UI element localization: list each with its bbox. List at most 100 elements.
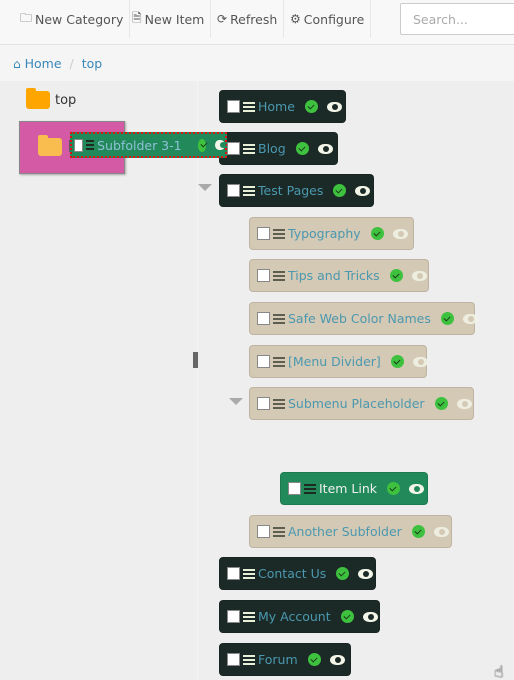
- menu-item[interactable]: Test Pages: [219, 174, 374, 207]
- drag-handle-icon[interactable]: [273, 228, 285, 239]
- drag-handle-icon[interactable]: [273, 526, 285, 537]
- visible-eye-icon[interactable]: [433, 526, 449, 537]
- visible-eye-icon[interactable]: [392, 228, 408, 239]
- item-label[interactable]: Contact Us: [258, 566, 326, 581]
- menu-item[interactable]: Item Link: [280, 472, 428, 505]
- published-check-icon[interactable]: [370, 227, 384, 240]
- folder-outline-icon: 🗀: [20, 10, 33, 25]
- visible-eye-icon[interactable]: [329, 654, 345, 665]
- item-label[interactable]: Submenu Placeholder: [288, 396, 425, 411]
- drag-handle-icon[interactable]: [243, 101, 255, 112]
- select-checkbox[interactable]: [227, 142, 240, 155]
- select-checkbox[interactable]: [227, 567, 240, 580]
- published-check-icon[interactable]: [333, 184, 347, 197]
- published-check-icon[interactable]: [307, 653, 321, 666]
- published-check-icon[interactable]: [197, 138, 207, 152]
- category-node-top[interactable]: top: [26, 88, 77, 109]
- breadcrumb-separator: /: [69, 55, 74, 71]
- menu-item[interactable]: Blog: [219, 132, 338, 165]
- visible-eye-icon[interactable]: [358, 568, 374, 579]
- item-label[interactable]: Tips and Tricks: [288, 268, 380, 283]
- drag-handle-icon[interactable]: [273, 270, 285, 281]
- search-input[interactable]: [400, 3, 514, 35]
- select-checkbox[interactable]: [257, 355, 270, 368]
- menu-item[interactable]: [Menu Divider]: [249, 345, 428, 378]
- drag-handle-icon[interactable]: [86, 140, 95, 150]
- visible-eye-icon[interactable]: [412, 356, 428, 367]
- item-label[interactable]: My Account: [258, 609, 331, 624]
- drag-handle-icon[interactable]: [243, 611, 255, 622]
- drag-handle-icon[interactable]: [304, 483, 316, 494]
- item-label: Subfolder 3-1: [97, 137, 182, 153]
- visible-eye-icon[interactable]: [355, 185, 371, 196]
- menu-item[interactable]: Safe Web Color Names: [249, 302, 478, 335]
- category-label: top: [55, 92, 77, 108]
- breadcrumb-current[interactable]: top: [82, 56, 102, 71]
- select-checkbox[interactable]: [257, 312, 270, 325]
- select-checkbox[interactable]: [257, 397, 270, 410]
- home-icon: ⌂: [13, 56, 21, 71]
- configure-button[interactable]: ⚙ Configure: [284, 0, 372, 38]
- select-checkbox[interactable]: [257, 227, 270, 240]
- item-label[interactable]: Forum: [258, 652, 298, 667]
- dragging-menu-item[interactable]: Subfolder 3-1: [70, 132, 227, 158]
- item-label[interactable]: Blog: [258, 141, 286, 156]
- item-label[interactable]: Item Link: [319, 481, 377, 496]
- select-checkbox[interactable]: [227, 100, 240, 113]
- published-check-icon[interactable]: [434, 397, 448, 410]
- expand-arrow-icon[interactable]: [229, 398, 243, 405]
- menu-item[interactable]: Home: [219, 90, 346, 123]
- drag-handle-icon[interactable]: [243, 568, 255, 579]
- refresh-button[interactable]: ⟳ Refresh: [211, 0, 285, 38]
- menu-item[interactable]: Submenu Placeholder: [249, 387, 474, 420]
- drag-handle-icon[interactable]: [273, 313, 285, 324]
- visible-eye-icon[interactable]: [462, 313, 478, 324]
- item-label[interactable]: Home: [258, 99, 295, 114]
- drag-handle-icon[interactable]: [243, 185, 255, 196]
- select-checkbox[interactable]: [227, 184, 240, 197]
- menu-item[interactable]: Typography: [249, 217, 414, 250]
- item-label[interactable]: [Menu Divider]: [288, 354, 381, 369]
- select-checkbox[interactable]: [227, 653, 240, 666]
- visible-eye-icon[interactable]: [215, 140, 226, 150]
- menu-item[interactable]: Tips and Tricks: [249, 259, 429, 292]
- select-checkbox[interactable]: [74, 138, 84, 152]
- menu-item[interactable]: My Account: [219, 600, 380, 633]
- published-check-icon[interactable]: [304, 100, 318, 113]
- published-check-icon[interactable]: [411, 525, 425, 538]
- visible-eye-icon[interactable]: [326, 101, 342, 112]
- select-checkbox[interactable]: [257, 269, 270, 282]
- breadcrumb: ⌂ Home / top: [0, 45, 514, 81]
- visible-eye-icon[interactable]: [411, 270, 427, 281]
- panel-splitter-handle[interactable]: [193, 352, 198, 368]
- menu-item[interactable]: Forum: [219, 643, 351, 676]
- item-label[interactable]: Typography: [288, 226, 361, 241]
- drag-handle-icon[interactable]: [243, 143, 255, 154]
- menu-item[interactable]: Contact Us: [219, 557, 376, 590]
- menu-item[interactable]: Another Subfolder: [249, 515, 452, 548]
- new-category-button[interactable]: 🗀 New Category: [14, 0, 131, 38]
- visible-eye-icon[interactable]: [456, 398, 472, 409]
- breadcrumb-home[interactable]: ⌂ Home: [13, 56, 62, 71]
- visible-eye-icon[interactable]: [409, 483, 425, 494]
- select-checkbox[interactable]: [257, 525, 270, 538]
- published-check-icon[interactable]: [389, 269, 403, 282]
- new-item-button[interactable]: 🗎 New Item: [126, 0, 212, 38]
- visible-eye-icon[interactable]: [362, 611, 378, 622]
- expand-arrow-icon[interactable]: [198, 184, 212, 191]
- published-check-icon[interactable]: [340, 610, 354, 623]
- item-label[interactable]: Another Subfolder: [288, 524, 402, 539]
- published-check-icon[interactable]: [390, 355, 404, 368]
- published-check-icon[interactable]: [336, 567, 350, 580]
- published-check-icon[interactable]: [295, 142, 309, 155]
- published-check-icon[interactable]: [440, 312, 454, 325]
- drag-handle-icon[interactable]: [243, 654, 255, 665]
- visible-eye-icon[interactable]: [317, 143, 333, 154]
- select-checkbox[interactable]: [288, 482, 301, 495]
- item-label[interactable]: Safe Web Color Names: [288, 311, 431, 326]
- select-checkbox[interactable]: [227, 610, 240, 623]
- drag-handle-icon[interactable]: [273, 356, 285, 367]
- drag-handle-icon[interactable]: [273, 398, 285, 409]
- item-label[interactable]: Test Pages: [258, 183, 323, 198]
- published-check-icon[interactable]: [387, 482, 401, 495]
